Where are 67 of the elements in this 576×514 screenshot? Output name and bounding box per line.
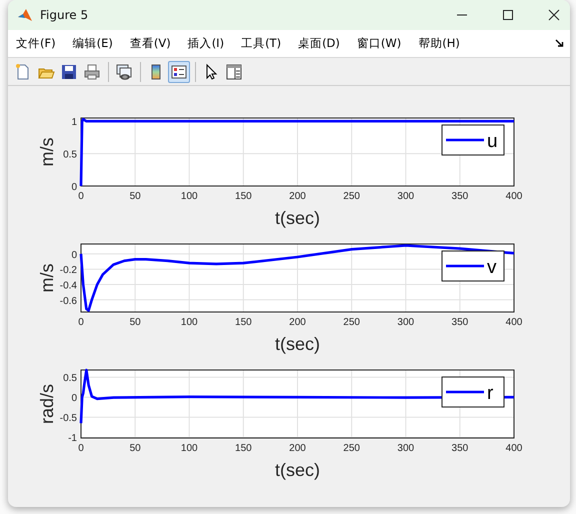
tick-label: 250 bbox=[343, 191, 360, 202]
legend-icon[interactable] bbox=[168, 60, 190, 82]
legend-label: r bbox=[487, 383, 494, 404]
legend-line-icon bbox=[446, 390, 484, 394]
tick-label: 150 bbox=[235, 191, 252, 202]
tick-label: 350 bbox=[452, 317, 468, 328]
menu-item[interactable]: 窗口(W) bbox=[356, 36, 402, 51]
menu-item[interactable]: 编辑(E) bbox=[72, 36, 113, 51]
y-axis-label: m/s bbox=[37, 264, 57, 292]
menu-item[interactable]: 文件(F) bbox=[16, 36, 56, 51]
tick-label: -0.6 bbox=[60, 296, 77, 307]
tick-label: 400 bbox=[506, 317, 522, 328]
window-title: Figure 5 bbox=[40, 8, 88, 22]
tick-label: 400 bbox=[506, 191, 522, 202]
close-icon[interactable] bbox=[548, 9, 560, 21]
maximize-icon[interactable] bbox=[502, 9, 514, 21]
tick-label: 250 bbox=[343, 443, 360, 454]
legend-box bbox=[442, 250, 504, 282]
legend-label: v bbox=[487, 257, 496, 278]
tick-label: 300 bbox=[397, 191, 414, 202]
tick-label: 0.5 bbox=[63, 373, 77, 384]
tick-label: 150 bbox=[235, 443, 252, 454]
app-logo-icon bbox=[17, 7, 33, 23]
legend-box bbox=[442, 376, 504, 408]
tick-label: 0.5 bbox=[63, 150, 77, 161]
tick-label: 300 bbox=[397, 443, 414, 454]
tick-label: 350 bbox=[452, 443, 468, 454]
y-axis-label: rad/s bbox=[37, 384, 57, 424]
tick-label: 100 bbox=[180, 443, 198, 454]
tick-label: -0.4 bbox=[60, 280, 77, 292]
tick-label: -1 bbox=[68, 433, 77, 444]
y-axis-label: m/s bbox=[37, 138, 57, 166]
tick-label: 0 bbox=[71, 250, 77, 261]
menu-item[interactable]: 帮助(H) bbox=[418, 36, 460, 51]
dock-icon[interactable] bbox=[555, 39, 564, 48]
x-axis-label: t(sec) bbox=[275, 208, 320, 228]
menu-item[interactable]: 工具(T) bbox=[241, 36, 282, 51]
tick-label: 50 bbox=[130, 317, 141, 328]
tick-label: 0 bbox=[78, 191, 84, 202]
tick-label: 1 bbox=[71, 117, 77, 128]
tick-label: -0.2 bbox=[60, 265, 77, 276]
tick-label: -0.5 bbox=[60, 413, 77, 424]
tick-label: 100 bbox=[180, 191, 198, 202]
legend-box bbox=[442, 124, 504, 156]
x-axis-label: t(sec) bbox=[275, 460, 320, 480]
menu-item[interactable]: 查看(V) bbox=[130, 36, 171, 51]
tick-label: 0 bbox=[78, 443, 84, 454]
menu-item[interactable]: 桌面(D) bbox=[298, 36, 340, 51]
tick-label: 200 bbox=[289, 443, 306, 454]
x-axis-label: t(sec) bbox=[275, 334, 320, 354]
tick-label: 50 bbox=[130, 443, 141, 454]
tick-label: 250 bbox=[343, 317, 360, 328]
tick-label: 200 bbox=[289, 191, 306, 202]
tick-label: 300 bbox=[397, 317, 414, 328]
legend-line-icon bbox=[446, 264, 484, 268]
legend-line-icon bbox=[446, 138, 484, 142]
tick-label: 0 bbox=[78, 317, 84, 328]
tick-label: 0 bbox=[71, 393, 77, 404]
tick-label: 400 bbox=[506, 443, 522, 454]
tick-label: 50 bbox=[130, 191, 141, 202]
tick-label: 100 bbox=[180, 317, 198, 328]
tick-label: 0 bbox=[71, 182, 77, 193]
tick-label: 350 bbox=[452, 191, 468, 202]
legend-label: u bbox=[487, 131, 498, 152]
tick-label: 150 bbox=[235, 317, 252, 328]
menu-item[interactable]: 插入(I) bbox=[188, 36, 224, 51]
tick-label: 200 bbox=[289, 317, 306, 328]
